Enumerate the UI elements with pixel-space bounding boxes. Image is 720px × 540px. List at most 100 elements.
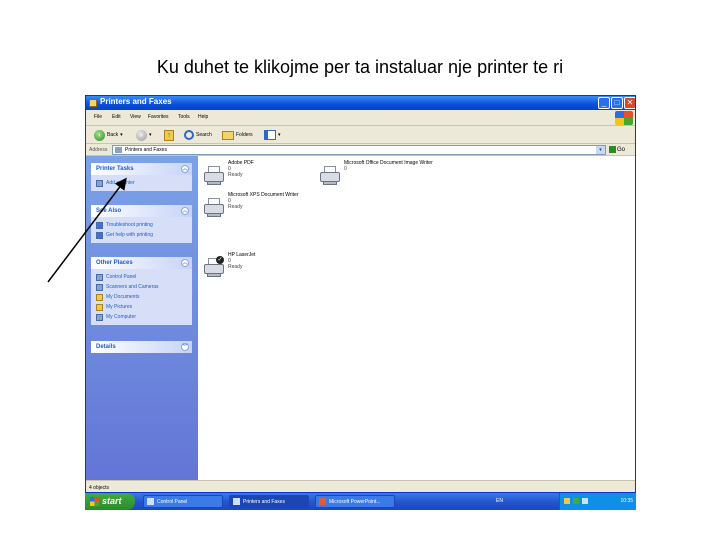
status-bar: 4 objects: [86, 480, 635, 492]
taskbar-printers-and-faxes[interactable]: Printers and Faxes: [229, 495, 309, 508]
menu-edit[interactable]: Edit: [112, 114, 121, 120]
taskbar-control-panel[interactable]: Control Panel: [143, 495, 223, 508]
computer-icon: [96, 313, 103, 321]
printer-item-default[interactable]: ✓ HP LaserJet 0 Ready: [204, 252, 324, 282]
details-title: Details: [96, 344, 116, 350]
add-printer-label: Add a printer: [106, 180, 135, 186]
troubleshoot-printing-label: Troubleshoot printing: [106, 222, 153, 228]
address-value: Printers and Faxes: [125, 147, 167, 153]
printer-tasks-header[interactable]: Printer Tasks ︽: [91, 163, 192, 175]
back-button[interactable]: ‹ Back ▾: [94, 129, 123, 141]
printer-folder-icon: [89, 99, 97, 107]
chevron-down-icon: ▾: [149, 132, 152, 138]
printer-icon: [204, 198, 224, 217]
collapse-chevron-icon[interactable]: ︽: [181, 259, 189, 267]
printer-icon: [204, 166, 224, 185]
start-button[interactable]: start: [85, 493, 135, 510]
chevron-down-icon: ▾: [278, 132, 281, 138]
windows-logo-icon: [615, 111, 633, 125]
printer-status: Ready: [228, 172, 243, 178]
back-arrow-icon: ‹: [94, 129, 105, 141]
status-text: 4 objects: [89, 485, 110, 491]
printer-item[interactable]: Microsoft Office Document Image Writer 0: [320, 160, 440, 190]
collapse-chevron-icon[interactable]: ︽: [181, 165, 189, 173]
title-bar[interactable]: Printers and Faxes _ □ ✕: [86, 96, 635, 110]
go-button[interactable]: Go: [609, 146, 625, 153]
other-place-label: My Documents: [106, 294, 140, 300]
troubleshoot-printing-link[interactable]: Troubleshoot printing: [96, 220, 187, 230]
explorer-window: Printers and Faxes _ □ ✕ File Edit View …: [85, 95, 636, 493]
chevron-down-icon: ▾: [120, 132, 123, 138]
other-place-label: Scanners and Cameras: [106, 284, 159, 290]
other-places-header[interactable]: Other Places ︽: [91, 257, 192, 269]
details-panel: Details ︾: [91, 341, 192, 353]
forward-button[interactable]: › ▾: [136, 129, 152, 141]
other-place-label: Control Panel: [106, 274, 137, 280]
address-dropdown-button[interactable]: ▾: [596, 146, 605, 154]
windows-logo-icon: [90, 497, 99, 506]
go-arrow-icon: [609, 146, 616, 153]
back-label: Back: [107, 132, 119, 138]
other-place-my-documents[interactable]: My Documents: [96, 292, 187, 302]
other-place-scanners[interactable]: Scanners and Cameras: [96, 282, 187, 292]
see-also-header[interactable]: See Also ︽: [91, 205, 192, 217]
menu-help[interactable]: Help: [198, 114, 208, 120]
printer-icon: ✓: [204, 256, 224, 277]
search-label: Search: [196, 132, 212, 138]
scanner-icon: [96, 283, 103, 291]
printer-name: Microsoft XPS Document Writer: [228, 192, 299, 198]
help-printing-link[interactable]: Get help with printing: [96, 230, 187, 240]
menu-file[interactable]: File: [94, 114, 102, 120]
see-also-panel: See Also ︽ Troubleshoot printing Get hel…: [91, 205, 192, 243]
default-check-icon: ✓: [216, 256, 224, 264]
folders-button[interactable]: Folders: [222, 129, 253, 141]
maximize-button[interactable]: □: [611, 97, 623, 109]
printer-tasks-title: Printer Tasks: [96, 166, 134, 172]
other-place-my-computer[interactable]: My Computer: [96, 312, 187, 322]
add-printer-link[interactable]: Add a printer: [96, 178, 187, 188]
printer-tasks-panel: Printer Tasks ︽ Add a printer: [91, 163, 192, 191]
printer-item[interactable]: Microsoft XPS Document Writer 0 Ready: [204, 192, 324, 222]
control-panel-icon: [147, 498, 154, 505]
folder-icon: [96, 293, 103, 301]
other-place-my-pictures[interactable]: My Pictures: [96, 302, 187, 312]
folders-icon: [222, 130, 234, 140]
taskbar-powerpoint[interactable]: Microsoft PowerPoint...: [315, 495, 395, 508]
other-place-label: My Pictures: [106, 304, 133, 310]
help-icon: [96, 231, 103, 239]
taskbar-button-label: Control Panel: [157, 498, 188, 505]
search-button[interactable]: Search: [184, 129, 212, 141]
address-field[interactable]: Printers and Faxes ▾: [112, 145, 606, 155]
menu-tools[interactable]: Tools: [178, 114, 190, 120]
up-folder-button[interactable]: ↑: [164, 129, 174, 141]
expand-chevron-icon[interactable]: ︾: [181, 343, 189, 351]
forward-arrow-icon: ›: [136, 129, 147, 141]
menu-favorites[interactable]: Favorites: [148, 114, 169, 120]
menu-bar: File Edit View Favorites Tools Help: [86, 110, 635, 126]
add-printer-icon: [96, 179, 103, 187]
language-indicator[interactable]: EN: [496, 498, 503, 504]
collapse-chevron-icon[interactable]: ︽: [181, 207, 189, 215]
printer-folder-icon: [233, 498, 240, 505]
other-place-control-panel[interactable]: Control Panel: [96, 272, 187, 282]
taskbar: start Control Panel Printers and Faxes M…: [85, 493, 636, 510]
close-button[interactable]: ✕: [624, 97, 635, 109]
task-pane: Printer Tasks ︽ Add a printer See Also ︽…: [86, 156, 198, 480]
tray-icon[interactable]: [573, 498, 579, 504]
clock: 10:35: [620, 498, 633, 504]
printer-name: HP LaserJet: [228, 252, 256, 258]
folder-icon: [96, 303, 103, 311]
folders-label: Folders: [236, 132, 253, 138]
tray-icon[interactable]: [564, 498, 570, 504]
printer-name: Microsoft Office Document Image Writer: [344, 160, 433, 166]
tray-icon[interactable]: [582, 498, 588, 504]
menu-view[interactable]: View: [130, 114, 141, 120]
slide-title: Ku duhet te klikojme per ta instaluar nj…: [156, 57, 564, 77]
views-button[interactable]: ▾: [264, 129, 281, 141]
printer-status: Ready: [228, 204, 243, 210]
minimize-button[interactable]: _: [598, 97, 610, 109]
details-header[interactable]: Details ︾: [91, 341, 192, 353]
printer-item[interactable]: Adobe PDF 0 Ready: [204, 160, 324, 190]
system-tray: 10:35: [559, 493, 636, 510]
other-places-panel: Other Places ︽ Control Panel Scanners an…: [91, 257, 192, 325]
